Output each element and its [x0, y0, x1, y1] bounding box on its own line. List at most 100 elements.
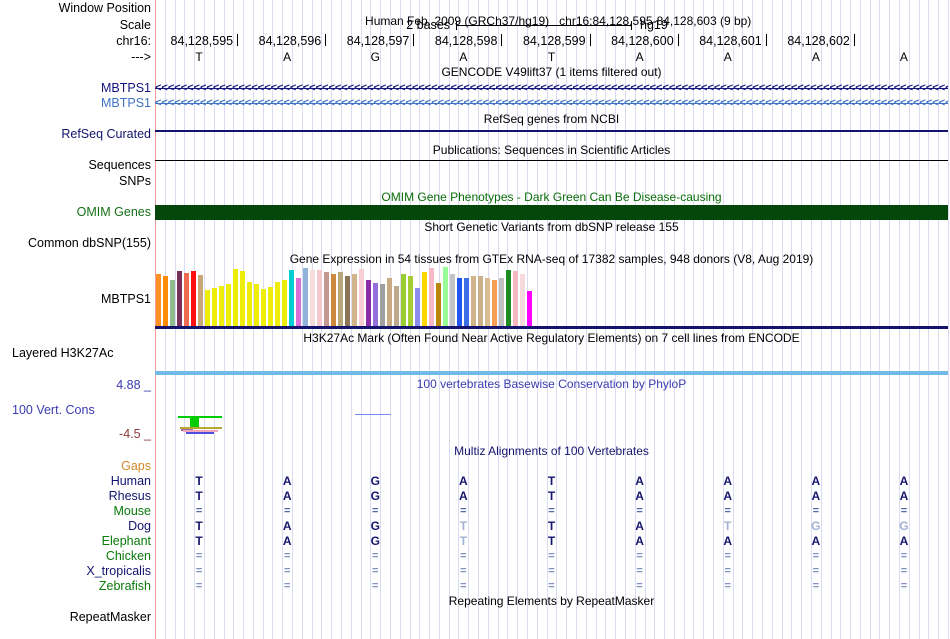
gtex-tissue-bar[interactable]: [415, 288, 420, 326]
gtex-tissue-bar[interactable]: [513, 271, 518, 326]
refseq-curated-track-line[interactable]: [155, 130, 948, 132]
gene-model-exon-arrows-1[interactable]: <<<<<<<<<<<<<<<<<<<<<<<<<<<<<<<<<<<<<<<<…: [155, 82, 948, 95]
alignment-base-x_tropicalis[interactable]: =: [276, 565, 298, 578]
gtex-tissue-bar[interactable]: [520, 274, 525, 326]
gtex-tissue-bar[interactable]: [373, 283, 378, 326]
alignment-base-mouse[interactable]: =: [629, 505, 651, 518]
gtex-tissue-bar[interactable]: [261, 289, 266, 326]
gtex-tissue-bar[interactable]: [177, 271, 182, 326]
alignment-base-chicken[interactable]: =: [893, 550, 915, 563]
gtex-tissue-bar[interactable]: [345, 276, 350, 326]
track-label-rhesus[interactable]: Rhesus: [0, 490, 151, 503]
alignment-base-x_tropicalis[interactable]: =: [893, 565, 915, 578]
alignment-base-x_tropicalis[interactable]: =: [452, 565, 474, 578]
gene-model-exon-arrows-2[interactable]: <<<<<<<<<<<<<<<<<<<<<<<<<<<<<<<<<<<<<<<<…: [155, 97, 948, 110]
gtex-tissue-bar[interactable]: [380, 284, 385, 326]
track-label-elephant[interactable]: Elephant: [0, 535, 151, 548]
alignment-base-chicken[interactable]: =: [452, 550, 474, 563]
alignment-base-elephant[interactable]: T: [188, 535, 210, 548]
alignment-base-rhesus[interactable]: A: [276, 490, 298, 503]
publications-sequences-track-line[interactable]: [155, 160, 948, 161]
alignment-base-dog[interactable]: A: [276, 520, 298, 533]
omim-gene-phenotype-bar[interactable]: [155, 205, 948, 220]
gtex-tissue-bar[interactable]: [359, 269, 364, 326]
alignment-base-dog[interactable]: T: [188, 520, 210, 533]
alignment-base-dog[interactable]: T: [452, 520, 474, 533]
track-label-human[interactable]: Human: [0, 475, 151, 488]
gtex-tissue-bar[interactable]: [303, 268, 308, 326]
alignment-base-rhesus[interactable]: A: [805, 490, 827, 503]
alignment-base-human[interactable]: A: [276, 475, 298, 488]
alignment-base-dog[interactable]: G: [893, 520, 915, 533]
phylop-score-mark[interactable]: [186, 432, 214, 434]
track-label-4-88-[interactable]: 4.88 _: [0, 379, 151, 392]
alignment-base-zebrafish[interactable]: =: [629, 580, 651, 593]
alignment-base-human[interactable]: A: [893, 475, 915, 488]
gtex-tissue-bar[interactable]: [226, 284, 231, 326]
gtex-tissue-bar[interactable]: [324, 272, 329, 326]
gtex-tissue-bar[interactable]: [205, 290, 210, 326]
track-label-mouse[interactable]: Mouse: [0, 505, 151, 518]
gtex-tissue-bar[interactable]: [247, 282, 252, 326]
alignment-base-rhesus[interactable]: A: [452, 490, 474, 503]
gtex-tissue-bar[interactable]: [331, 274, 336, 326]
track-label-sequences[interactable]: Sequences: [0, 159, 151, 172]
gtex-tissue-bar[interactable]: [338, 272, 343, 326]
alignment-base-mouse[interactable]: =: [805, 505, 827, 518]
alignment-base-rhesus[interactable]: A: [893, 490, 915, 503]
gtex-tissue-bar[interactable]: [408, 276, 413, 326]
alignment-base-x_tropicalis[interactable]: =: [629, 565, 651, 578]
track-label-scale[interactable]: Scale: [0, 19, 151, 32]
gtex-tissue-bar[interactable]: [401, 274, 406, 326]
track-label-window-position[interactable]: Window Position: [0, 2, 151, 15]
alignment-base-zebrafish[interactable]: =: [188, 580, 210, 593]
gtex-tissue-bar[interactable]: [443, 267, 448, 326]
gtex-tissue-bar[interactable]: [268, 287, 273, 326]
alignment-base-rhesus[interactable]: A: [717, 490, 739, 503]
gtex-tissue-bar[interactable]: [422, 272, 427, 326]
gtex-tissue-bar[interactable]: [366, 280, 371, 326]
alignment-base-zebrafish[interactable]: =: [541, 580, 563, 593]
alignment-base-elephant[interactable]: A: [805, 535, 827, 548]
alignment-base-dog[interactable]: T: [541, 520, 563, 533]
layered-h3k27ac-signal-bar[interactable]: [155, 371, 948, 375]
gtex-tissue-bar[interactable]: [198, 275, 203, 326]
alignment-base-rhesus[interactable]: A: [629, 490, 651, 503]
gtex-tissue-bar[interactable]: [478, 276, 483, 326]
alignment-base-human[interactable]: T: [541, 475, 563, 488]
gtex-tissue-bar[interactable]: [394, 286, 399, 326]
alignment-base-mouse[interactable]: =: [541, 505, 563, 518]
track-label-mbtps1[interactable]: MBTPS1: [0, 82, 151, 95]
alignment-base-x_tropicalis[interactable]: =: [717, 565, 739, 578]
alignment-base-chicken[interactable]: =: [188, 550, 210, 563]
alignment-base-rhesus[interactable]: T: [188, 490, 210, 503]
alignment-base-mouse[interactable]: =: [364, 505, 386, 518]
gtex-tissue-bar[interactable]: [310, 270, 315, 326]
alignment-base-dog[interactable]: A: [629, 520, 651, 533]
track-label-zebrafish[interactable]: Zebrafish: [0, 580, 151, 593]
alignment-base-elephant[interactable]: A: [717, 535, 739, 548]
gtex-tissue-bar[interactable]: [191, 271, 196, 326]
alignment-base-x_tropicalis[interactable]: =: [364, 565, 386, 578]
alignment-base-rhesus[interactable]: T: [541, 490, 563, 503]
track-label-chicken[interactable]: Chicken: [0, 550, 151, 563]
alignment-base-chicken[interactable]: =: [717, 550, 739, 563]
gtex-tissue-bar[interactable]: [240, 271, 245, 326]
gtex-tissue-bar[interactable]: [156, 274, 161, 326]
alignment-base-chicken[interactable]: =: [276, 550, 298, 563]
gtex-tissue-bar[interactable]: [275, 282, 280, 326]
track-label-100-vert-cons[interactable]: 100 Vert. Cons: [12, 404, 95, 417]
alignment-base-human[interactable]: T: [188, 475, 210, 488]
gtex-tissue-bar[interactable]: [492, 280, 497, 326]
track-label-omim-genes[interactable]: OMIM Genes: [0, 206, 151, 219]
gtex-tissue-bar[interactable]: [212, 288, 217, 326]
phylop-score-mark[interactable]: [355, 414, 391, 415]
alignment-base-x_tropicalis[interactable]: =: [541, 565, 563, 578]
track-label-snps[interactable]: SNPs: [0, 175, 151, 188]
gtex-tissue-bar[interactable]: [429, 268, 434, 326]
alignment-base-zebrafish[interactable]: =: [452, 580, 474, 593]
alignment-base-mouse[interactable]: =: [893, 505, 915, 518]
alignment-base-dog[interactable]: G: [364, 520, 386, 533]
alignment-base-dog[interactable]: T: [717, 520, 739, 533]
gtex-tissue-bar[interactable]: [184, 273, 189, 326]
